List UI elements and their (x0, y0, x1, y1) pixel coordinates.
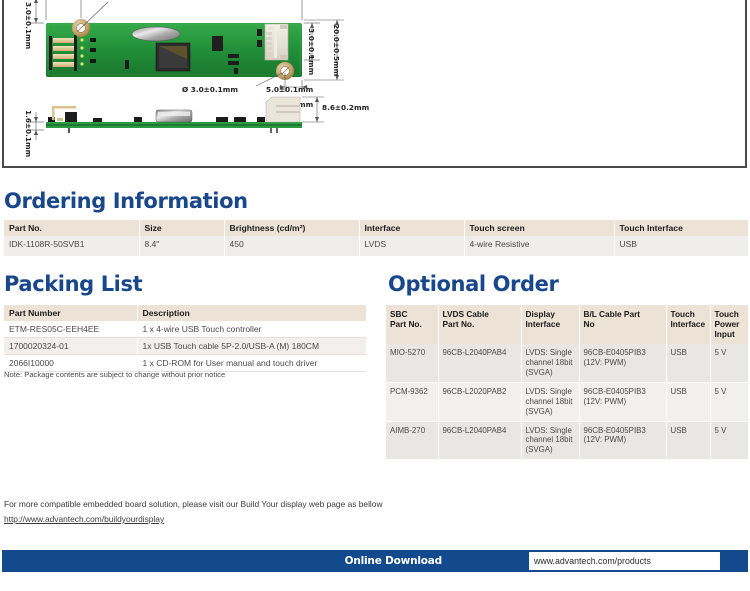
cell-part-number: 1700020324-01 (4, 337, 138, 355)
cell-part-no: IDK-1108R-50SVB1 (4, 236, 140, 256)
cell-touch-interface: USB (666, 382, 711, 422)
cell-lvds-cable-part-no: 96CB-L2020PAB2 (438, 382, 522, 422)
col-brightness: Brightness (cd/m²) (224, 220, 360, 236)
packing-list-table: Part Number Description ETM-RES05C-EEH4E… (4, 305, 366, 372)
table-row: AIMB-270 96CB-L2040PAB4 LVDS: Single cha… (386, 421, 749, 461)
dim-side-thickness: 1.6±0.1mm (24, 110, 33, 158)
pcb-top-view (46, 19, 302, 80)
col-touch-interface: Touch Interface (666, 305, 711, 345)
dim-hole-dia-bottom: Ø 3.0±0.1mm (182, 85, 238, 94)
cell-sbc-part-no: PCM-9362 (386, 382, 439, 422)
cell-display-interface: LVDS: Single channel 18bit (SVGA) (521, 382, 580, 422)
cell-sbc-part-no: MIO-5270 (386, 344, 439, 383)
table-header-row: Part Number Description (4, 305, 366, 321)
optional-order-heading: Optional Order (388, 272, 559, 296)
dim-connector-height: 8.6±0.2mm (322, 103, 370, 112)
ordering-information-heading: Ordering Information (4, 189, 248, 213)
cell-description: 1 x 4-wire USB Touch controller (137, 321, 366, 338)
cell-part-number: 2066I10000 (4, 354, 138, 372)
build-your-display-link[interactable]: http://www.advantech.com/buildyourdispla… (4, 514, 164, 524)
cell-bl-cable-part-no: 96CB-E0405PIB3 (12V: PWM) (579, 382, 667, 422)
cell-sbc-part-no: AIMB-270 (386, 421, 439, 461)
cell-display-interface: LVDS: Single channel 18bit (SVGA) (521, 421, 580, 461)
table-row: ETM-RES05C-EEH4EE 1 x 4-wire USB Touch c… (4, 321, 366, 338)
col-touch-interface: Touch Interface (614, 220, 748, 236)
col-touch-power-input: Touch Power Input (710, 305, 749, 345)
cell-touch-power-input: 5 V (710, 421, 749, 461)
col-display-interface: Display Interface (521, 305, 580, 345)
cell-interface: LVDS (359, 236, 465, 256)
table-header-row: Part No. Size Brightness (cd/m²) Interfa… (4, 220, 748, 236)
cell-touch-power-input: 5 V (710, 344, 749, 383)
cell-touch-interface: USB (614, 236, 748, 256)
cell-brightness: 450 (224, 236, 360, 256)
cell-touch-power-input: 5 V (710, 382, 749, 422)
table-row: MIO-5270 96CB-L2040PAB4 LVDS: Single cha… (386, 344, 749, 383)
cell-size: 8.4" (139, 236, 225, 256)
pcb-drawing-svg: 8.0±0.1mm Ø 3.0±0.1mm 3.0±0.1mm 3.0±0.1m… (24, 0, 370, 158)
dim-edge-right-inner: 3.0±0.1mm (307, 28, 316, 76)
col-interface: Interface (359, 220, 465, 236)
col-lvds-cable-part-no: LVDS Cable Part No. (438, 305, 522, 345)
col-sbc-part-no: SBC Part No. (386, 305, 439, 345)
online-download-url-field[interactable]: www.advantech.com/products (529, 552, 720, 570)
optional-order-table: SBC Part No. LVDS Cable Part No. Display… (386, 305, 749, 461)
dim-board-width: 20.0±0.5mm (332, 24, 341, 77)
cell-part-number: ETM-RES05C-EEH4EE (4, 321, 138, 338)
col-size: Size (139, 220, 225, 236)
table-row: IDK-1108R-50SVB1 8.4" 450 LVDS 4-wire Re… (4, 236, 748, 256)
table-header-row: SBC Part No. LVDS Cable Part No. Display… (386, 305, 749, 345)
pcb-side-view (46, 96, 302, 133)
cell-touch-interface: USB (666, 344, 711, 383)
ordering-information-table: Part No. Size Brightness (cd/m²) Interfa… (4, 220, 748, 256)
table-row: 1700020324-01 1x USB Touch cable 5P-2.0/… (4, 337, 366, 355)
cell-touch-interface: USB (666, 421, 711, 461)
col-bl-cable-part-no: B/L Cable Part No (579, 305, 667, 345)
dimensional-drawing-panel: 8.0±0.1mm Ø 3.0±0.1mm 3.0±0.1mm 3.0±0.1m… (2, 0, 747, 168)
cell-lvds-cable-part-no: 96CB-L2040PAB4 (438, 344, 522, 383)
col-part-number: Part Number (4, 305, 138, 321)
cell-bl-cable-part-no: 96CB-E0405PIB3 (12V: PWM) (579, 421, 667, 461)
cell-display-interface: LVDS: Single channel 18bit (SVGA) (521, 344, 580, 383)
cell-lvds-cable-part-no: 96CB-L2040PAB4 (438, 421, 522, 461)
cell-bl-cable-part-no: 96CB-E0405PIB3 (12V: PWM) (579, 344, 667, 383)
packing-list-heading: Packing List (4, 272, 143, 296)
col-part-no: Part No. (4, 220, 140, 236)
build-your-display-note: For more compatible embedded board solut… (4, 499, 383, 509)
table-row: PCM-9362 96CB-L2020PAB2 LVDS: Single cha… (386, 382, 749, 422)
cell-touch-screen: 4-wire Resistive (464, 236, 615, 256)
cell-description: 1x USB Touch cable 5P-2.0/USB-A (M) 180C… (137, 337, 366, 355)
dim-edge-top: 3.0±0.1mm (24, 2, 33, 50)
lvds-connector (264, 23, 289, 61)
table-row: 2066I10000 1 x CD-ROM for User manual an… (4, 354, 366, 372)
online-download-url: www.advantech.com/products (534, 556, 651, 566)
col-touch-screen: Touch screen (464, 220, 615, 236)
col-description: Description (137, 305, 366, 321)
packing-list-note: Note: Package contents are subject to ch… (4, 370, 226, 379)
dim-side-offset: 5.0±0.1mm (266, 85, 314, 94)
cell-description: 1 x CD-ROM for User manual and touch dri… (137, 354, 366, 372)
online-download-label: Online Download (344, 555, 443, 567)
